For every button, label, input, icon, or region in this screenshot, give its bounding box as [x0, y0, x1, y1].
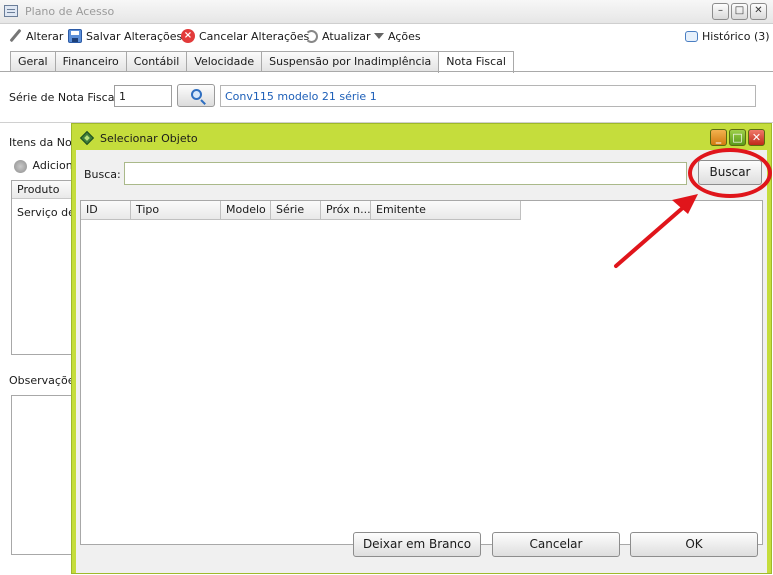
cancelar-button[interactable]: Cancelar [492, 532, 620, 557]
app-window-icon [4, 5, 18, 17]
refresh-icon [305, 29, 318, 43]
observacoes-textarea[interactable] [11, 395, 81, 555]
column-header-prox-numero[interactable]: Próx n... [321, 201, 371, 220]
dialog-title: Selecionar Objeto [100, 132, 198, 145]
tab-bar: Geral Financeiro Contábil Velocidade Sus… [10, 51, 514, 73]
alterar-button[interactable]: Alterar [8, 28, 63, 44]
section-divider [0, 122, 773, 123]
tab-velocidade[interactable]: Velocidade [186, 51, 263, 72]
results-grid: ID Tipo Modelo Série Próx n... Emitente [80, 200, 763, 545]
salvar-label: Salvar Alterações [86, 29, 183, 43]
dialog-body: Busca: Buscar ID Tipo Modelo Série Próx … [76, 148, 772, 573]
tab-panel-border [0, 71, 773, 72]
window-titlebar: Plano de Acesso – □ ✕ [0, 0, 773, 24]
buscar-button[interactable]: Buscar [698, 160, 762, 185]
historico-label: Histórico (3) [702, 29, 770, 43]
dialog-app-icon [79, 130, 95, 146]
tab-nota-fiscal[interactable]: Nota Fiscal [438, 51, 514, 73]
cancelar-alteracoes-button[interactable]: × Cancelar Alterações [181, 28, 309, 44]
dialog-titlebar: Selecionar Objeto _ □ ✕ [76, 128, 767, 150]
cancel-icon: × [181, 29, 195, 43]
serie-input[interactable] [114, 85, 172, 107]
column-header-emitente[interactable]: Emitente [371, 201, 521, 220]
maximize-button[interactable]: □ [731, 3, 748, 20]
add-icon [14, 159, 27, 173]
column-header-tipo[interactable]: Tipo [131, 201, 221, 220]
serie-description: Conv115 modelo 21 série 1 [220, 85, 756, 107]
acoes-menu[interactable]: Ações [374, 28, 421, 44]
close-button[interactable]: ✕ [750, 3, 767, 20]
tab-suspensao[interactable]: Suspensão por Inadimplência [261, 51, 440, 72]
dialog-close-button[interactable]: ✕ [748, 129, 765, 146]
alterar-label: Alterar [26, 29, 64, 43]
produto-column-header[interactable]: Produto [12, 181, 80, 199]
window-title: Plano de Acesso [25, 5, 115, 18]
column-header-serie[interactable]: Série [271, 201, 321, 220]
tab-geral[interactable]: Geral [10, 51, 56, 72]
dialog-maximize-button[interactable]: □ [729, 129, 746, 146]
pencil-icon [8, 29, 22, 43]
serie-search-button[interactable] [177, 84, 215, 107]
cancelar-label: Cancelar Alterações [199, 29, 310, 43]
column-header-modelo[interactable]: Modelo [221, 201, 271, 220]
salvar-alteracoes-button[interactable]: Salvar Alterações [68, 28, 182, 44]
acoes-label: Ações [388, 29, 421, 43]
ok-button[interactable]: OK [630, 532, 758, 557]
tab-financeiro[interactable]: Financeiro [54, 51, 127, 72]
historico-button[interactable]: Histórico (3) [685, 28, 770, 44]
busca-input[interactable] [124, 162, 687, 185]
atualizar-button[interactable]: Atualizar [305, 28, 371, 44]
dialog-minimize-button[interactable]: _ [710, 129, 727, 146]
observacoes-label: Observações [9, 374, 81, 387]
atualizar-label: Atualizar [322, 29, 371, 43]
itens-grid: Produto Serviço de A [11, 180, 86, 355]
adicionar-button[interactable]: Adiciona [14, 159, 79, 173]
column-header-id[interactable]: ID [81, 201, 131, 220]
selecionar-objeto-dialog: Selecionar Objeto _ □ ✕ Busca: Buscar ID… [72, 124, 772, 573]
tab-contabil[interactable]: Contábil [125, 51, 188, 72]
minimize-button[interactable]: – [712, 3, 729, 20]
toolbar: Alterar Salvar Alterações × Cancelar Alt… [0, 25, 773, 47]
serie-label: Série de Nota Fiscal: [9, 91, 122, 104]
search-icon [191, 89, 202, 100]
save-icon [68, 29, 82, 43]
comment-icon [685, 30, 698, 42]
deixar-em-branco-button[interactable]: Deixar em Branco [353, 532, 481, 557]
busca-label: Busca: [84, 168, 121, 181]
caret-down-icon [374, 33, 384, 39]
